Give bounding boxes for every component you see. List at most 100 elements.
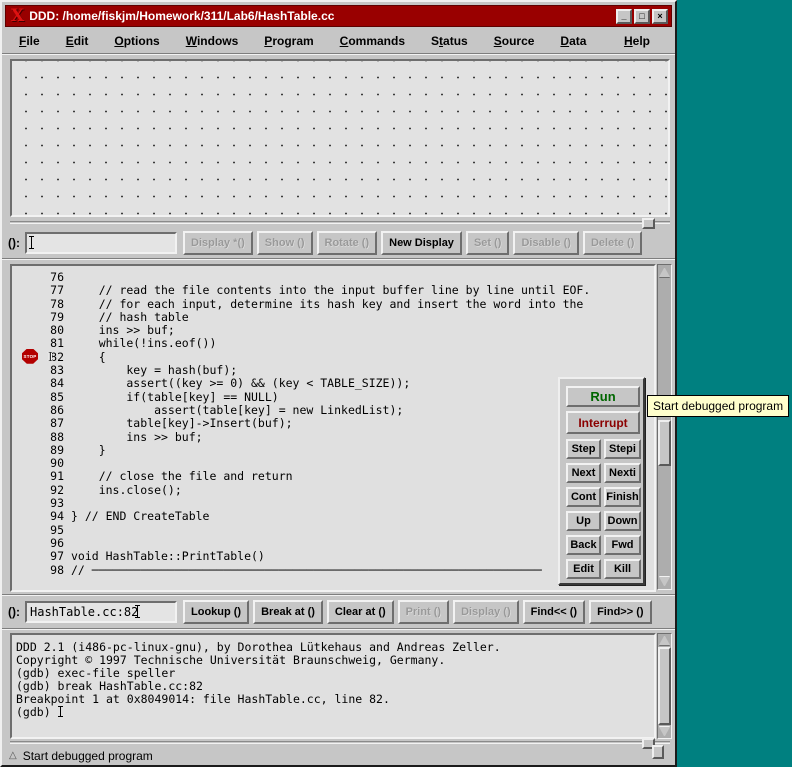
- menu-edit[interactable]: Edit: [66, 34, 89, 48]
- lookup-button[interactable]: Lookup (): [183, 600, 249, 624]
- close-button[interactable]: ×: [652, 9, 668, 24]
- scroll-up-arrow-icon[interactable]: [659, 636, 670, 645]
- source-line-78[interactable]: 78 // for each input, determine its hash…: [12, 297, 654, 310]
- breakpoint-gutter[interactable]: [12, 523, 50, 536]
- separator: [2, 628, 675, 630]
- line-code: // read the file contents into the input…: [71, 283, 590, 296]
- find-button[interactable]: Find>> (): [589, 600, 651, 624]
- stepi-button[interactable]: Stepi: [604, 439, 641, 459]
- data-hscrollbar[interactable]: [10, 221, 670, 224]
- source-line-82[interactable]: STOPI82 {: [12, 350, 654, 363]
- cont-button[interactable]: Cont: [566, 487, 601, 507]
- source-line-81[interactable]: 81 while(!ins.eof()): [12, 336, 654, 349]
- source-line-80[interactable]: 80 ins >> buf;: [12, 323, 654, 336]
- finish-button[interactable]: Finish: [604, 487, 641, 507]
- gdb-console[interactable]: DDD 2.1 (i486-pc-linux-gnu), by Dorothea…: [10, 633, 656, 739]
- step-button[interactable]: Step: [566, 439, 601, 459]
- menu-file[interactable]: File: [19, 34, 40, 48]
- text-caret: [135, 605, 140, 618]
- rotate-button: Rotate (): [317, 231, 378, 255]
- breakpoint-gutter[interactable]: [12, 469, 50, 482]
- breakpoint-gutter[interactable]: [12, 563, 50, 576]
- breakpoint-gutter[interactable]: [12, 376, 50, 389]
- status-message: Start debugged program: [23, 749, 153, 763]
- scroll-down-arrow-icon[interactable]: [659, 577, 670, 586]
- console-hscrollbar[interactable]: [10, 741, 670, 744]
- source-line-83[interactable]: 83 key = hash(buf);: [12, 363, 654, 376]
- clear-at-button[interactable]: Clear at (): [327, 600, 394, 624]
- breakpoint-gutter[interactable]: [12, 270, 50, 283]
- maximize-button[interactable]: □: [634, 9, 650, 24]
- line-code: {: [71, 350, 106, 363]
- menu-options[interactable]: Options: [114, 34, 159, 48]
- menu-commands[interactable]: Commands: [340, 34, 405, 48]
- minimize-button[interactable]: _: [616, 9, 632, 24]
- breakpoint-gutter[interactable]: [12, 416, 50, 429]
- breakpoint-gutter[interactable]: [12, 363, 50, 376]
- source-line-79[interactable]: 79 // hash table: [12, 310, 654, 323]
- source-arg-input[interactable]: [25, 601, 177, 623]
- find-button[interactable]: Find<< (): [523, 600, 585, 624]
- status-corner-knob[interactable]: [652, 745, 664, 759]
- source-arg-label: ():: [8, 605, 20, 619]
- menu-program[interactable]: Program: [264, 34, 313, 48]
- breakpoint-gutter[interactable]: [12, 509, 50, 522]
- menu-windows[interactable]: Windows: [186, 34, 239, 48]
- break-at-button[interactable]: Break at (): [253, 600, 323, 624]
- edit-button[interactable]: Edit: [566, 559, 601, 579]
- breakpoint-stop-icon[interactable]: STOP: [22, 349, 38, 364]
- menu-help[interactable]: Help: [624, 34, 650, 48]
- data-hscroll-thumb[interactable]: [642, 218, 655, 229]
- run-button[interactable]: Run: [566, 386, 640, 407]
- nexti-button[interactable]: Nexti: [604, 463, 641, 483]
- source-vscrollbar[interactable]: [657, 264, 672, 590]
- menu-separator: [2, 53, 675, 55]
- breakpoint-gutter[interactable]: [12, 403, 50, 416]
- titlebar[interactable]: X DDD: /home/fiskjm/Homework/311/Lab6/Ha…: [5, 5, 672, 27]
- display-arg-label: ():: [8, 236, 20, 250]
- up-button[interactable]: Up: [566, 511, 601, 531]
- breakpoint-gutter[interactable]: [12, 323, 50, 336]
- scroll-up-arrow-icon[interactable]: [659, 268, 670, 277]
- breakpoint-gutter[interactable]: [12, 483, 50, 496]
- console-line: Breakpoint 1 at 0x8049014: file HashTabl…: [16, 692, 654, 705]
- fwd-button[interactable]: Fwd: [604, 535, 641, 555]
- console-vscrollbar[interactable]: [657, 633, 672, 739]
- interrupt-button[interactable]: Interrupt: [566, 411, 640, 434]
- delete-button: Delete (): [583, 231, 642, 255]
- line-code: // close the file and return: [71, 469, 293, 482]
- breakpoint-gutter[interactable]: [12, 443, 50, 456]
- source-buttons-row: Lookup ()Break at ()Clear at ()Print ()D…: [183, 600, 652, 624]
- breakpoint-gutter[interactable]: [12, 430, 50, 443]
- source-line-76[interactable]: 76: [12, 270, 654, 283]
- data-display-canvas[interactable]: [10, 59, 670, 217]
- breakpoint-gutter[interactable]: [12, 297, 50, 310]
- breakpoint-gutter[interactable]: [12, 283, 50, 296]
- window-controls: _□×: [616, 9, 668, 24]
- breakpoint-gutter[interactable]: STOPI: [12, 350, 50, 363]
- window-title: DDD: /home/fiskjm/Homework/311/Lab6/Hash…: [29, 9, 616, 23]
- breakpoint-gutter[interactable]: [12, 549, 50, 562]
- display-arg-input[interactable]: [25, 232, 177, 254]
- menu-data[interactable]: Data: [560, 34, 586, 48]
- source-vscroll-thumb[interactable]: [658, 420, 671, 466]
- menu-source[interactable]: Source: [494, 34, 535, 48]
- display-button: Display (): [453, 600, 519, 624]
- down-button[interactable]: Down: [604, 511, 641, 531]
- kill-button[interactable]: Kill: [604, 559, 641, 579]
- breakpoint-gutter[interactable]: [12, 496, 50, 509]
- breakpoint-gutter[interactable]: [12, 390, 50, 403]
- back-button[interactable]: Back: [566, 535, 601, 555]
- menu-status[interactable]: Status: [431, 34, 468, 48]
- new-display-button[interactable]: New Display: [381, 231, 462, 255]
- next-button[interactable]: Next: [566, 463, 601, 483]
- breakpoint-gutter[interactable]: [12, 336, 50, 349]
- source-line-77[interactable]: 77 // read the file contents into the in…: [12, 283, 654, 296]
- breakpoint-gutter[interactable]: [12, 536, 50, 549]
- breakpoint-gutter[interactable]: [12, 310, 50, 323]
- console-vscroll-thumb[interactable]: [658, 647, 671, 725]
- set-button: Set (): [466, 231, 510, 255]
- scroll-down-arrow-icon[interactable]: [659, 727, 670, 736]
- status-bar: △ Start debugged program: [2, 746, 675, 765]
- breakpoint-gutter[interactable]: [12, 456, 50, 469]
